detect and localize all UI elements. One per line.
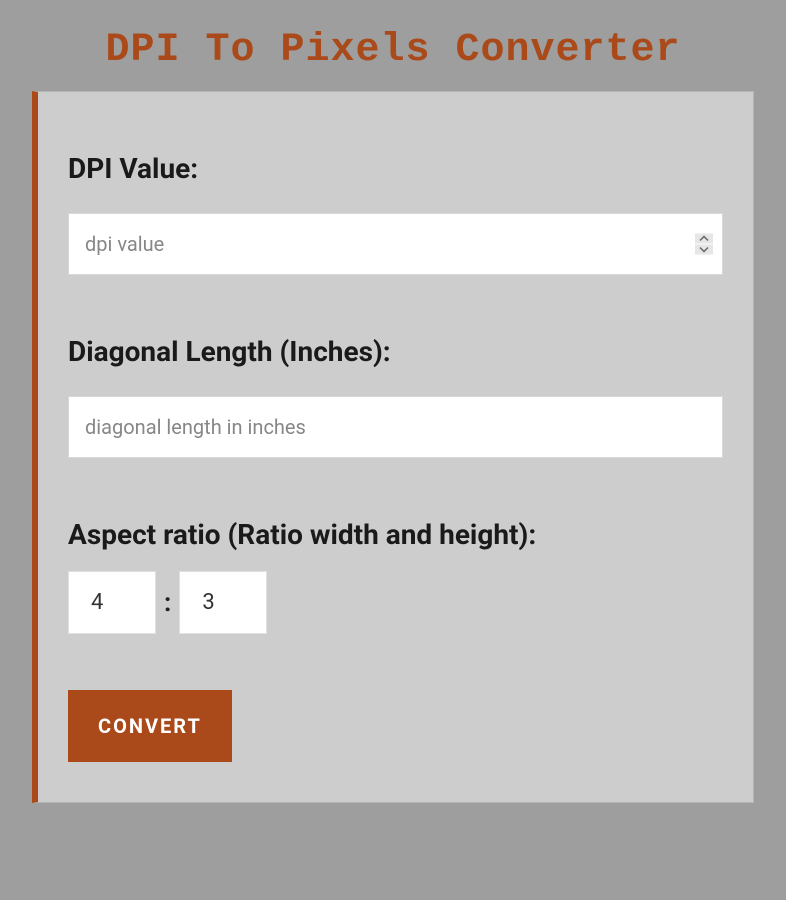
aspect-ratio-label: Aspect ratio (Ratio width and height): [68, 518, 723, 551]
dpi-label: DPI Value: [68, 152, 723, 185]
diagonal-field-group: Diagonal Length (Inches): [68, 335, 723, 458]
chevron-down-icon [699, 247, 709, 253]
aspect-ratio-field-group: Aspect ratio (Ratio width and height): : [68, 518, 723, 634]
dpi-step-down-button[interactable] [695, 245, 713, 255]
converter-form: DPI Value: Diagonal Length (Inches): Asp… [32, 91, 754, 803]
page-title: DPI To Pixels Converter [0, 0, 786, 91]
chevron-up-icon [699, 236, 709, 242]
aspect-ratio-separator: : [164, 588, 171, 618]
dpi-input[interactable] [68, 213, 723, 275]
diagonal-label: Diagonal Length (Inches): [68, 335, 723, 368]
dpi-input-wrapper [68, 213, 723, 275]
dpi-stepper [695, 234, 713, 255]
aspect-height-input[interactable] [179, 571, 267, 634]
aspect-ratio-row: : [68, 571, 723, 634]
diagonal-input[interactable] [68, 396, 723, 458]
convert-button[interactable]: CONVERT [68, 690, 232, 762]
dpi-step-up-button[interactable] [695, 234, 713, 244]
aspect-width-input[interactable] [68, 571, 156, 634]
dpi-field-group: DPI Value: [68, 152, 723, 275]
